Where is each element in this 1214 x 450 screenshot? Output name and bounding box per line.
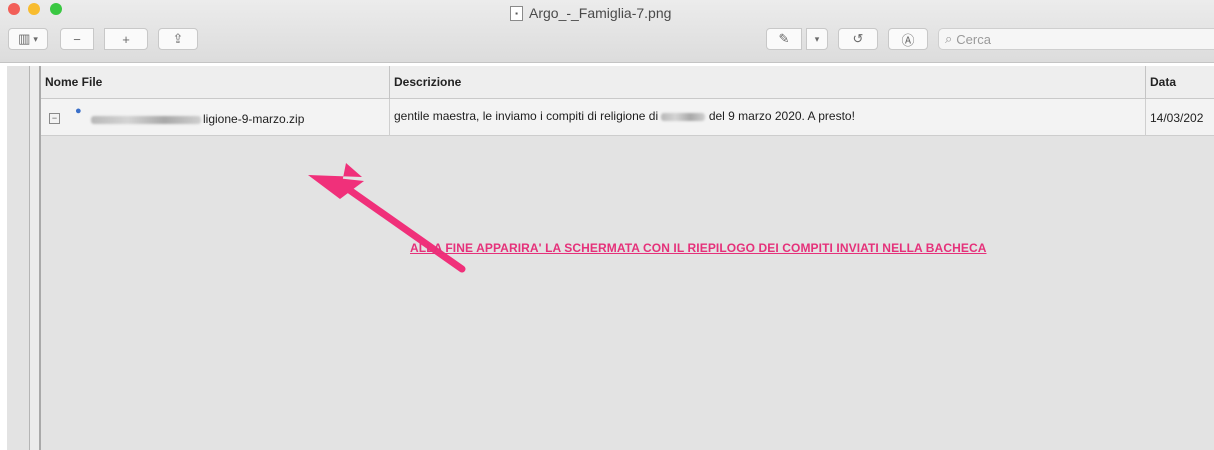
markup-menu-button[interactable]: ▾ xyxy=(806,28,828,50)
column-header-descrizione[interactable]: Descrizione xyxy=(390,66,1146,99)
description-cell: gentile maestra, le inviamo i compiti di… xyxy=(390,99,1146,136)
pen-markup-icon: ✎ xyxy=(778,31,790,46)
search-icon: ⌕ xyxy=(945,31,953,46)
zoom-in-button[interactable]: + xyxy=(104,28,148,50)
search-field[interactable]: ⌕ Cerca xyxy=(938,28,1214,50)
collapse-toggle-icon[interactable]: − xyxy=(49,113,60,124)
rotate-button[interactable]: ↺ xyxy=(838,28,878,50)
annotate-button[interactable]: Ⓐ xyxy=(888,28,928,50)
annotation-text: ALLA FINE APPARIRA' LA SCHERMATA CON IL … xyxy=(410,241,987,255)
panel-left-rail xyxy=(29,66,41,450)
arrow-shaft xyxy=(344,185,466,273)
date-text: 14/03/202 xyxy=(1150,111,1204,125)
annotation-arrow xyxy=(308,163,466,273)
rotate-icon: ↺ xyxy=(852,31,864,46)
zoom-out-icon: − xyxy=(73,31,81,47)
redacted-student-name xyxy=(661,112,706,121)
chevron-down-icon: ▾ xyxy=(814,33,820,44)
search-placeholder: Cerca xyxy=(956,31,991,47)
sidebar-icon: ▥ xyxy=(18,31,31,46)
file-list-panel: Nome File Descrizione Data − ● ligione-9… xyxy=(7,66,1214,450)
zoom-in-icon: + xyxy=(122,31,130,47)
sidebar-toggle-button[interactable]: ▥ ▾ xyxy=(8,28,48,50)
description-after: del 9 marzo 2020. A presto! xyxy=(708,109,855,123)
table-row[interactable]: − ● ligione-9-marzo.zip gentile maestra,… xyxy=(41,99,1214,136)
chevron-down-icon: ▾ xyxy=(33,33,38,44)
share-button[interactable]: ⇪ xyxy=(158,28,198,50)
annotate-icon: Ⓐ xyxy=(901,32,915,48)
window-titlebar: ▪ Argo_-_Famiglia-7.png ▥ ▾ − + ⇪ ✎ ▾ ↺ … xyxy=(0,0,1214,63)
column-header-nome-file[interactable]: Nome File xyxy=(41,66,390,99)
zoom-out-button[interactable]: − xyxy=(60,28,94,50)
image-file-icon: ▪ xyxy=(510,5,523,21)
table-header: Nome File Descrizione Data xyxy=(41,66,1214,99)
redacted-name xyxy=(91,116,201,124)
window-title: ▪ Argo_-_Famiglia-7.png xyxy=(510,4,671,22)
close-window-button[interactable] xyxy=(8,3,20,15)
window-title-text: Argo_-_Famiglia-7.png xyxy=(529,5,672,21)
minimize-window-button[interactable] xyxy=(28,3,40,15)
markup-button[interactable]: ✎ xyxy=(766,28,802,50)
image-content: Nome File Descrizione Data − ● ligione-9… xyxy=(0,63,1214,450)
zoom-window-button[interactable] xyxy=(50,3,62,15)
user-icon: ● xyxy=(75,105,82,117)
share-icon: ⇪ xyxy=(172,31,184,46)
date-cell: 14/03/202 xyxy=(1146,99,1214,136)
file-name-text: ligione-9-marzo.zip xyxy=(203,112,305,126)
column-header-data[interactable]: Data xyxy=(1146,66,1214,99)
